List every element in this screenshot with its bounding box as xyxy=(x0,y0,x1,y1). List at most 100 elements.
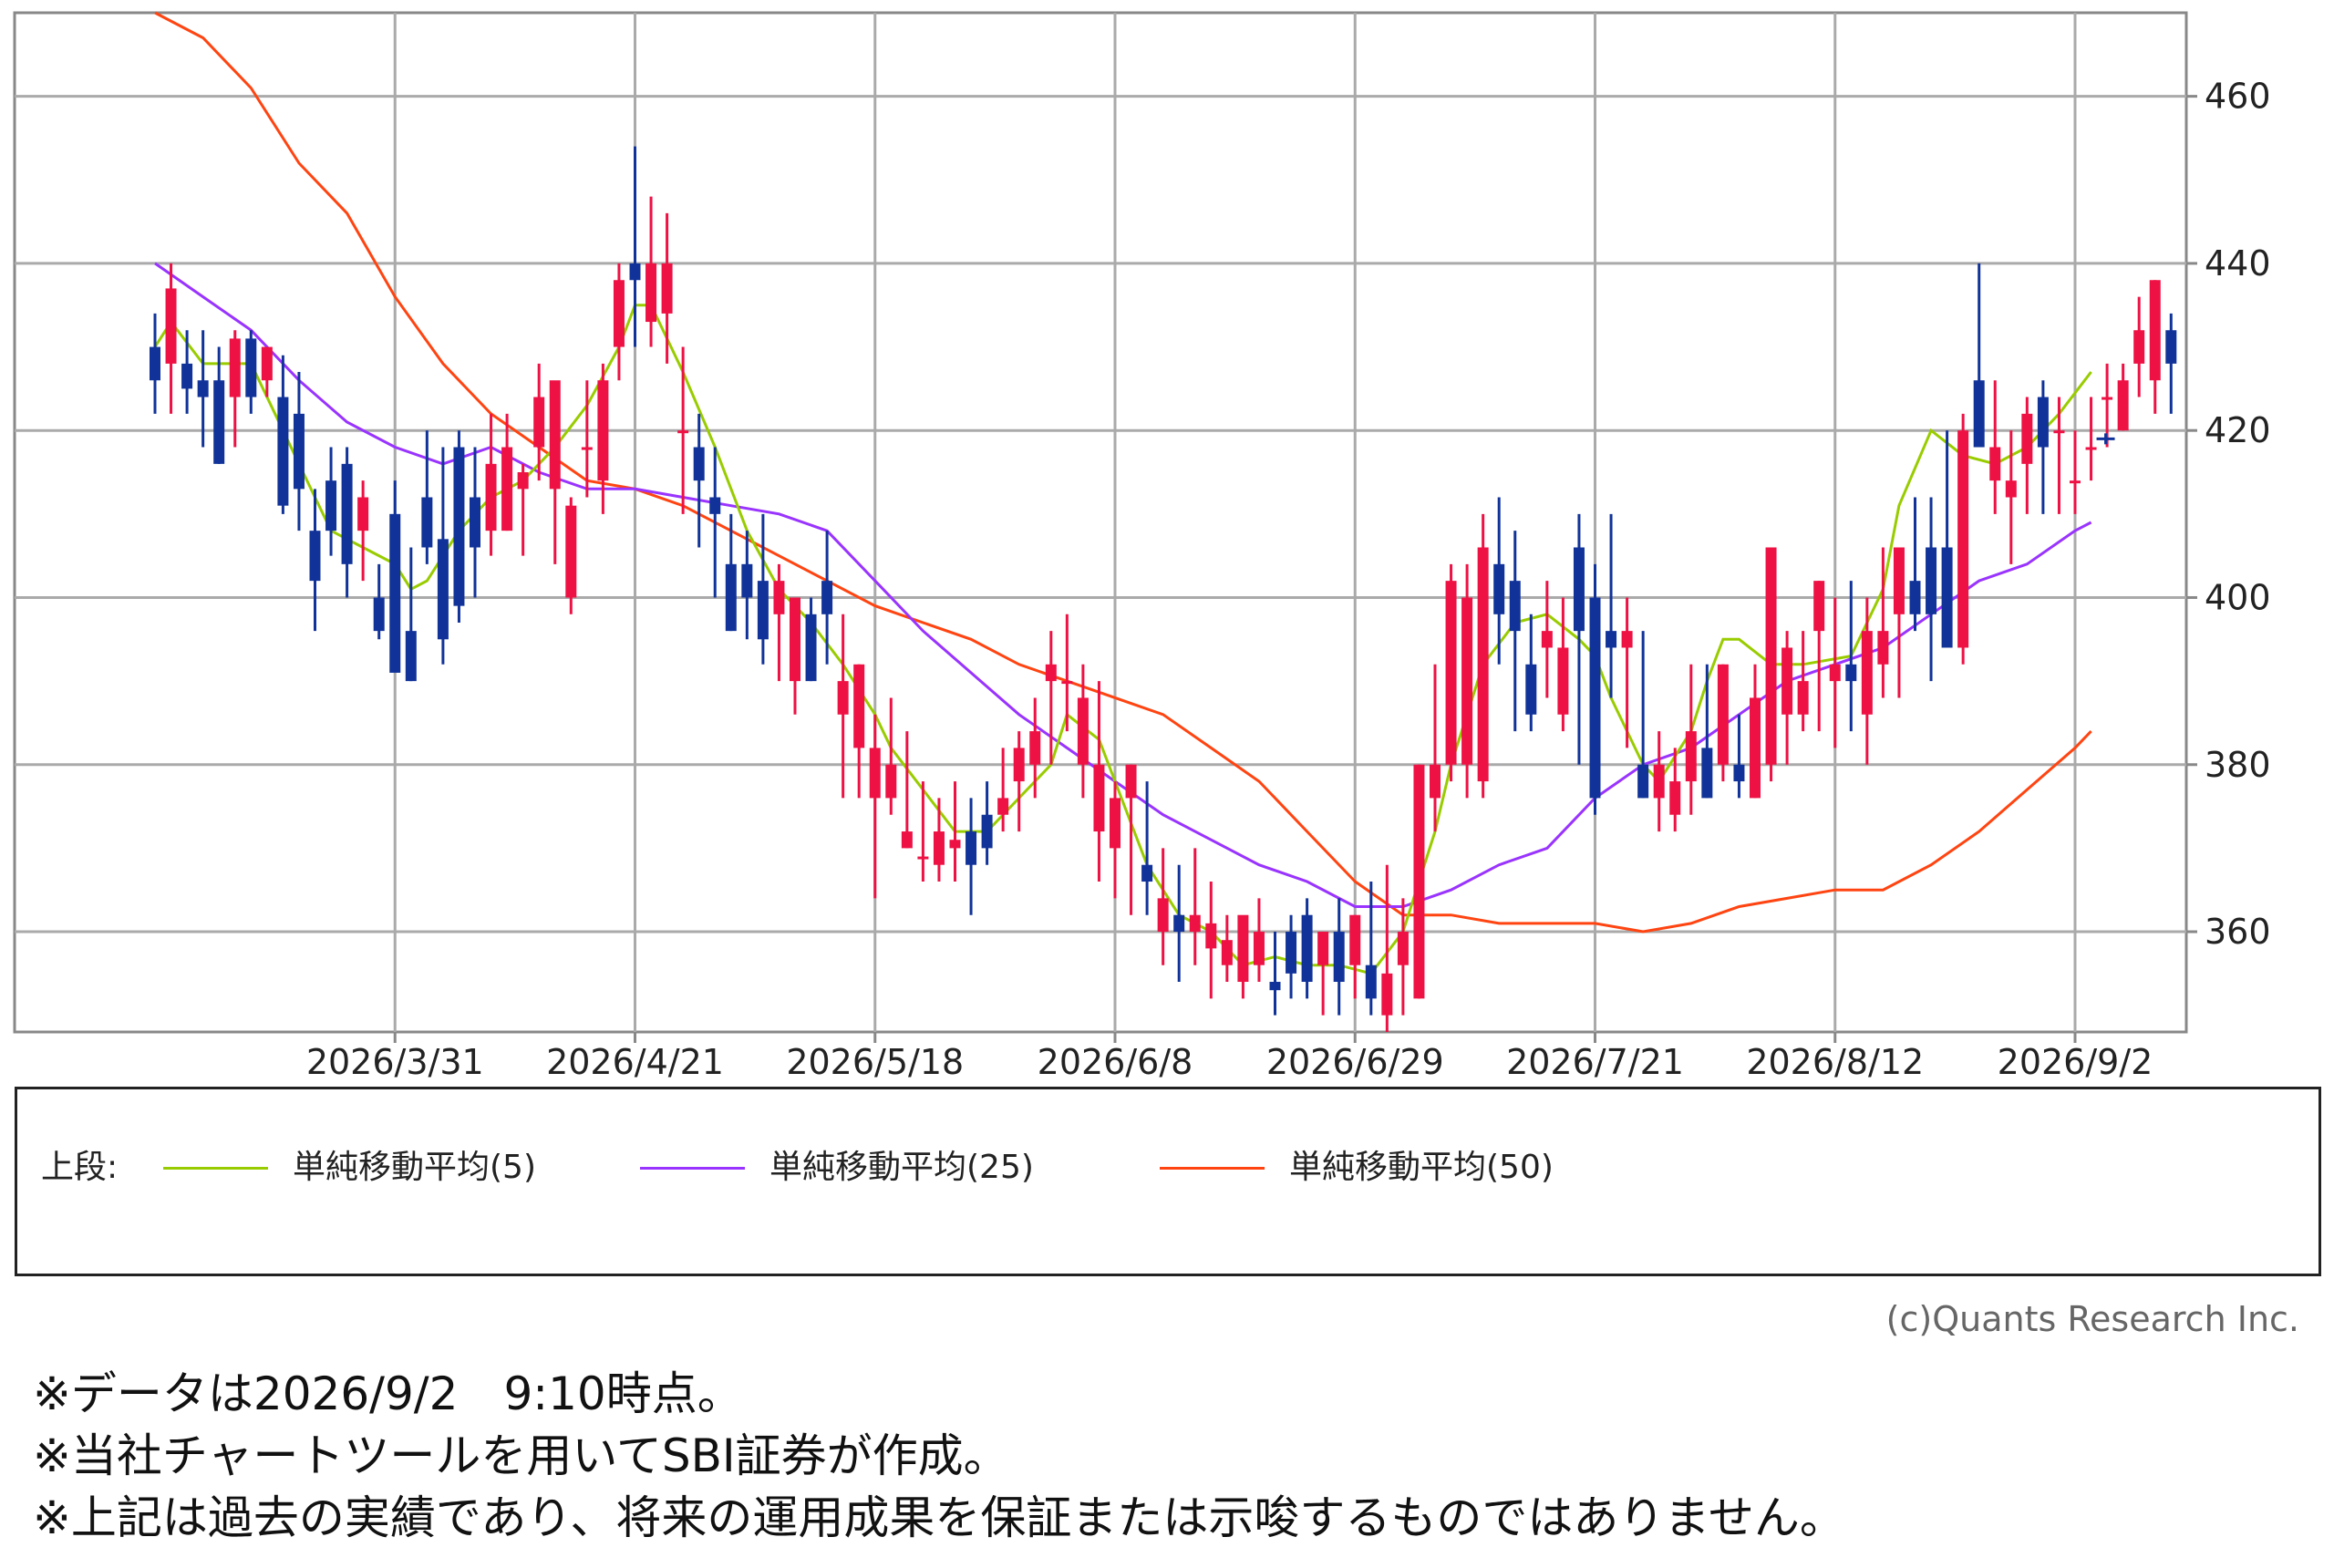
candle-body xyxy=(693,447,705,481)
candle-up xyxy=(1477,513,1489,799)
legend-line-sma50 xyxy=(1160,1167,1265,1170)
candle-body xyxy=(1926,547,1937,614)
candle-body xyxy=(1877,631,1889,665)
y-tick-label: 380 xyxy=(2205,745,2271,785)
candle-body xyxy=(2005,480,2017,498)
candle-body xyxy=(1525,664,1537,715)
candle-body xyxy=(805,614,817,682)
candle-body xyxy=(277,397,289,506)
candle-body xyxy=(2165,330,2177,364)
candle-body xyxy=(1557,647,1569,715)
candle-body xyxy=(1141,864,1153,882)
candle-body xyxy=(1045,664,1057,682)
candle-body xyxy=(2037,397,2049,448)
candle-body xyxy=(1477,547,1489,782)
y-tick-label: 400 xyxy=(2205,577,2271,617)
candle-body xyxy=(470,497,480,548)
candle-body xyxy=(437,539,449,640)
candle-body xyxy=(1669,781,1681,815)
candle-body xyxy=(981,814,993,849)
candle-body xyxy=(1733,764,1745,782)
candle-body xyxy=(2053,430,2065,434)
candle-body xyxy=(1333,932,1345,983)
candle-body xyxy=(2102,397,2113,400)
candle-body xyxy=(1430,764,1441,799)
candle-body xyxy=(485,463,497,531)
legend-line-sma25 xyxy=(640,1167,745,1170)
candle-up xyxy=(1957,413,1969,665)
candle-body xyxy=(1797,681,1809,715)
candle-body xyxy=(245,338,257,397)
candle-body xyxy=(853,664,865,748)
candle-body xyxy=(757,581,769,640)
candle-body xyxy=(1205,923,1217,949)
candle-body xyxy=(1829,664,1841,682)
candle-down xyxy=(1589,563,1601,815)
candle-body xyxy=(966,831,977,865)
candle-up xyxy=(565,497,577,614)
candle-body xyxy=(549,380,561,490)
candle-body xyxy=(1813,581,1825,632)
candle-body xyxy=(1621,631,1633,648)
candle-body xyxy=(821,581,833,614)
candle-body xyxy=(1237,914,1249,983)
candle-body xyxy=(1493,563,1505,614)
candle-body xyxy=(1909,581,1921,614)
legend-label-sma25: 単純移動平均(25) xyxy=(769,1149,1034,1186)
candle-body xyxy=(677,430,689,434)
y-tick-label: 440 xyxy=(2205,243,2271,284)
y-tick-label: 420 xyxy=(2205,410,2271,450)
candle-body xyxy=(949,840,961,849)
x-tick-label: 2026/5/18 xyxy=(786,1042,964,1082)
candle-body xyxy=(1093,764,1105,832)
candle-body xyxy=(1941,547,1953,648)
candle-body xyxy=(597,380,609,481)
y-tick-label: 360 xyxy=(2205,912,2271,952)
candle-body xyxy=(1893,547,1905,614)
candle-body xyxy=(1461,597,1473,765)
candle-body xyxy=(581,447,593,450)
candle-body xyxy=(1750,697,1761,799)
candle-body xyxy=(1541,631,1553,648)
candle-body xyxy=(1029,731,1041,765)
candle-body xyxy=(837,681,849,715)
candle-body xyxy=(1989,447,2001,481)
candle-body xyxy=(741,563,753,598)
candle-body xyxy=(1301,914,1313,983)
legend-label-sma50: 単純移動平均(50) xyxy=(1289,1149,1554,1186)
x-tick-label: 2026/6/8 xyxy=(1038,1042,1193,1082)
candle-body xyxy=(373,597,385,632)
candle-body xyxy=(325,480,337,531)
candle-up xyxy=(1413,764,1425,999)
candle-body xyxy=(1861,631,1873,715)
y-tick-label: 460 xyxy=(2205,77,2271,117)
candle-body xyxy=(1221,940,1233,965)
candle-body xyxy=(1765,547,1777,765)
candle-body xyxy=(1573,547,1585,632)
candle-body xyxy=(309,531,321,582)
candle-body xyxy=(2117,380,2129,431)
legend-line-sma5 xyxy=(163,1167,268,1170)
y-axis-ticks: 360 380 400 420 440 460 xyxy=(2186,77,2271,952)
x-tick-label: 2026/4/21 xyxy=(546,1042,724,1082)
candle-body xyxy=(1957,430,1969,648)
x-tick-label: 2026/6/29 xyxy=(1266,1042,1444,1082)
candle-body xyxy=(2070,480,2081,484)
candle-up xyxy=(1765,547,1777,782)
candle-body xyxy=(1253,932,1265,965)
candle-body xyxy=(1397,932,1409,965)
x-tick-label: 2026/3/31 xyxy=(306,1042,484,1082)
legend-prefix: 上段: xyxy=(41,1149,119,1186)
candle-body xyxy=(1717,664,1729,765)
candle-body xyxy=(1286,932,1297,974)
candle-body xyxy=(2149,280,2161,381)
candle-body xyxy=(1269,982,1281,991)
note-line: ※データは2026/9/2 9:10時点。 xyxy=(33,1367,743,1420)
candle-body xyxy=(1013,748,1025,782)
candle-body xyxy=(517,472,529,490)
candle-body xyxy=(453,447,465,606)
candle-body xyxy=(1077,697,1089,765)
candle-body xyxy=(661,263,673,314)
legend: 上段: 単純移動平均(5) 単純移動平均(25) 単純移動平均(50) xyxy=(15,1087,2321,1276)
candle-body xyxy=(933,831,945,865)
